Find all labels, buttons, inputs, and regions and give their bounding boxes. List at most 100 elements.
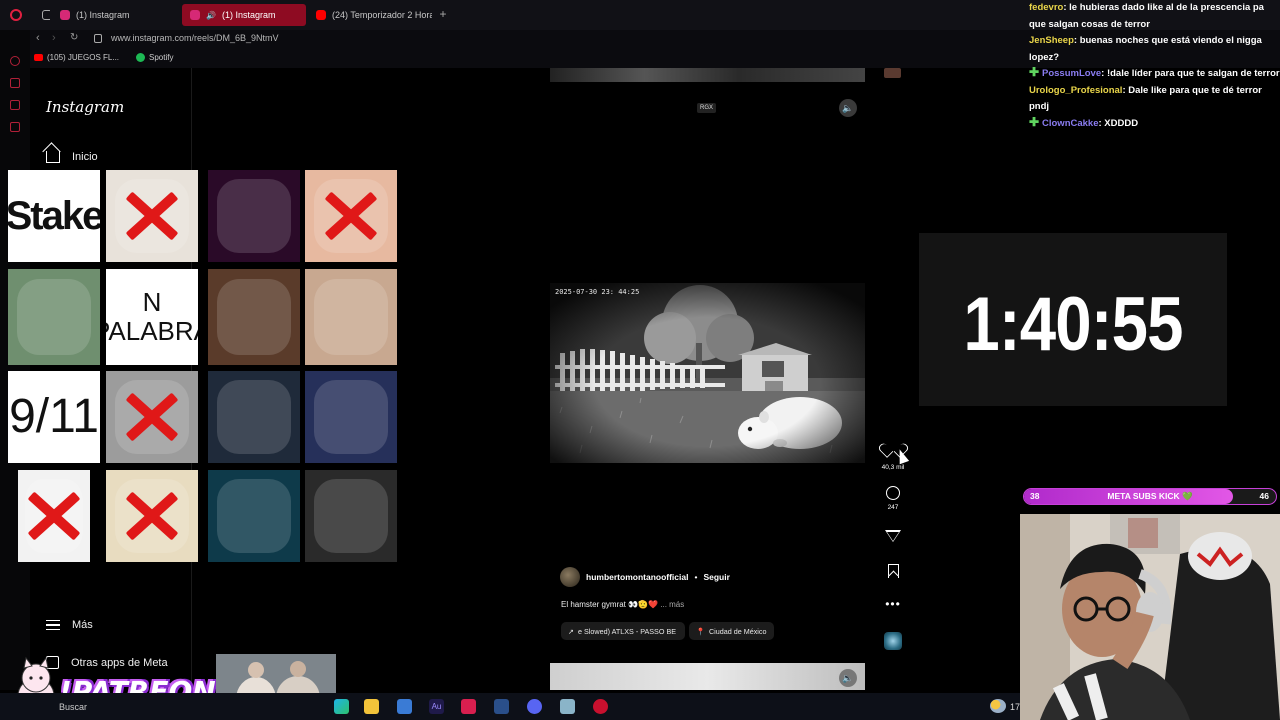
- instagram-logo[interactable]: Instagram: [46, 98, 124, 116]
- opera-logo-icon[interactable]: [10, 9, 22, 21]
- soundboard-tile-label: Stake: [8, 194, 100, 238]
- folder-icon[interactable]: [364, 699, 379, 714]
- url-field[interactable]: www.instagram.com/reels/DM_6B_9NtmV: [111, 33, 279, 43]
- sidebar-item-meta-apps[interactable]: Otras apps de Meta: [46, 656, 168, 669]
- soundboard-tile[interactable]: N PALABRA: [106, 269, 198, 365]
- goal-label: META SUBS KICK 💚: [1107, 491, 1193, 501]
- next-reel-mute-icon[interactable]: 🔈: [839, 669, 857, 687]
- soundboard-tile[interactable]: [106, 371, 198, 463]
- soundboard-tile-image: [217, 479, 291, 553]
- tab-label: (1) Instagram: [221, 10, 276, 20]
- save-button[interactable]: [881, 564, 905, 578]
- audio-chip[interactable]: ↗ e Slowed) ATLXS - PASSO BE: [561, 622, 685, 640]
- home-icon: [46, 151, 60, 163]
- reel-audio-thumbnail[interactable]: [884, 632, 902, 650]
- lock-icon[interactable]: [94, 34, 102, 43]
- opera-icon[interactable]: [593, 699, 608, 714]
- chat-text: : le hubieras dado like al de la prescen…: [1029, 2, 1264, 30]
- store-icon[interactable]: [397, 699, 412, 714]
- soundboard-tile[interactable]: [106, 470, 198, 562]
- audio-chip-label: e Slowed) ATLXS - PASSO BE: [578, 626, 677, 636]
- chat-username: JenSheep: [1029, 35, 1074, 46]
- soundboard-tile-image: [217, 278, 291, 356]
- previous-reel-audio-thumb[interactable]: [884, 68, 901, 78]
- subscriber-badge-icon: ✚: [1029, 114, 1040, 129]
- soundboard-tile[interactable]: [208, 470, 300, 562]
- instagram-sidebar-icon[interactable]: [10, 122, 20, 132]
- soundboard-tile-label: N PALABRA: [106, 287, 198, 346]
- sidebar-item-label: Inicio: [72, 151, 98, 163]
- soundboard-tile-image: [314, 278, 388, 356]
- new-tab-button[interactable]: +: [436, 8, 450, 22]
- webcam-scene: [1020, 514, 1280, 720]
- comment-button[interactable]: 247: [881, 486, 905, 511]
- bookmark-icon: [887, 564, 899, 578]
- chat-username: PossumLove: [1042, 68, 1102, 79]
- weather-icon[interactable]: [990, 699, 1006, 713]
- goal-target: 46: [1259, 491, 1269, 501]
- soundboard-tile[interactable]: [18, 470, 90, 562]
- chat-text: : !dale líder para que te salgan de terr…: [1101, 68, 1280, 79]
- reload-icon[interactable]: ↻: [70, 32, 78, 43]
- next-reel-preview[interactable]: [550, 663, 865, 690]
- sidebar-item-more[interactable]: Más: [46, 619, 93, 631]
- location-chip[interactable]: 📍 Ciudad de México: [689, 622, 774, 640]
- soundboard-tile[interactable]: [305, 371, 397, 463]
- tab-instagram-1[interactable]: (1) Instagram: [52, 4, 180, 26]
- soundboard-tile[interactable]: [208, 269, 300, 365]
- chat-message: Urologo_Profesional: Dale like para que …: [1025, 83, 1280, 116]
- caption-more-link[interactable]: ... más: [660, 600, 684, 609]
- bookmark-label: (105) JUEGOS FL...: [47, 53, 120, 62]
- tab-sidebar-toggle[interactable]: [34, 4, 50, 26]
- streamer-webcam: [1020, 514, 1280, 720]
- soundboard-tile[interactable]: [305, 470, 397, 562]
- soundboard-tile-image: [217, 179, 291, 253]
- soundboard-tile-image: [217, 380, 291, 454]
- mute-toggle-icon[interactable]: 🔈: [839, 99, 857, 117]
- vscode-icon[interactable]: [494, 699, 509, 714]
- discord-icon[interactable]: [527, 699, 542, 714]
- edge-icon[interactable]: [334, 699, 349, 714]
- bookmark-juegos[interactable]: (105) JUEGOS FL...: [34, 53, 119, 62]
- windows-taskbar: [0, 693, 1020, 720]
- opera-aria-icon[interactable]: [10, 78, 20, 88]
- speaker-icon: 🔊: [206, 10, 216, 20]
- tab-youtube-timer[interactable]: (24) Temporizador 2 Hora: [308, 4, 432, 26]
- soundboard-tile[interactable]: [305, 269, 397, 365]
- instagram-icon: [190, 10, 200, 20]
- soundboard-tile-image: [314, 479, 388, 553]
- soundboard-tile-image: [17, 278, 91, 356]
- back-icon[interactable]: ‹: [36, 32, 40, 44]
- soundboard-tile[interactable]: [106, 170, 198, 262]
- previous-reel-preview[interactable]: [550, 68, 865, 82]
- messenger-icon[interactable]: [10, 100, 20, 110]
- soundboard-tile[interactable]: [208, 170, 300, 262]
- avatar[interactable]: [560, 567, 580, 587]
- opera-speed-dial-icon[interactable]: [10, 56, 20, 66]
- soundboard-tile[interactable]: [8, 269, 100, 365]
- app-icon[interactable]: [560, 699, 575, 714]
- reel-video[interactable]: [550, 283, 865, 463]
- like-count: 40,3 mil: [881, 464, 905, 471]
- reel-caption[interactable]: El hamster gymrat 👀🫡❤️ ... más: [561, 600, 684, 609]
- share-button[interactable]: [881, 530, 905, 542]
- forward-icon[interactable]: ›: [52, 32, 56, 44]
- more-options-icon[interactable]: •••: [881, 598, 905, 610]
- chat-message: ✚ PossumLove: !dale líder para que te sal…: [1025, 66, 1280, 83]
- soundboard-tile[interactable]: 9/11: [8, 371, 100, 463]
- taskbar-search-label[interactable]: Buscar: [59, 702, 87, 712]
- author-username-link[interactable]: humbertomontanoofficial: [586, 572, 688, 582]
- sidebar-item-home[interactable]: Inicio: [46, 151, 98, 163]
- tab-instagram-2[interactable]: 🔊 (1) Instagram: [182, 4, 306, 26]
- bookmark-spotify[interactable]: Spotify: [136, 53, 173, 62]
- audition-icon[interactable]: Au: [429, 699, 444, 714]
- location-chip-label: Ciudad de México: [708, 626, 767, 636]
- soundboard-tile[interactable]: Stake: [8, 170, 100, 262]
- follow-button[interactable]: Seguir: [703, 572, 729, 582]
- youtube-icon: [34, 54, 43, 61]
- red-x-mark-icon: [106, 371, 198, 463]
- soundboard-tile[interactable]: [305, 170, 397, 262]
- reel-author-row: humbertomontanoofficial • Seguir: [560, 567, 730, 587]
- media-icon[interactable]: [461, 699, 476, 714]
- soundboard-tile[interactable]: [208, 371, 300, 463]
